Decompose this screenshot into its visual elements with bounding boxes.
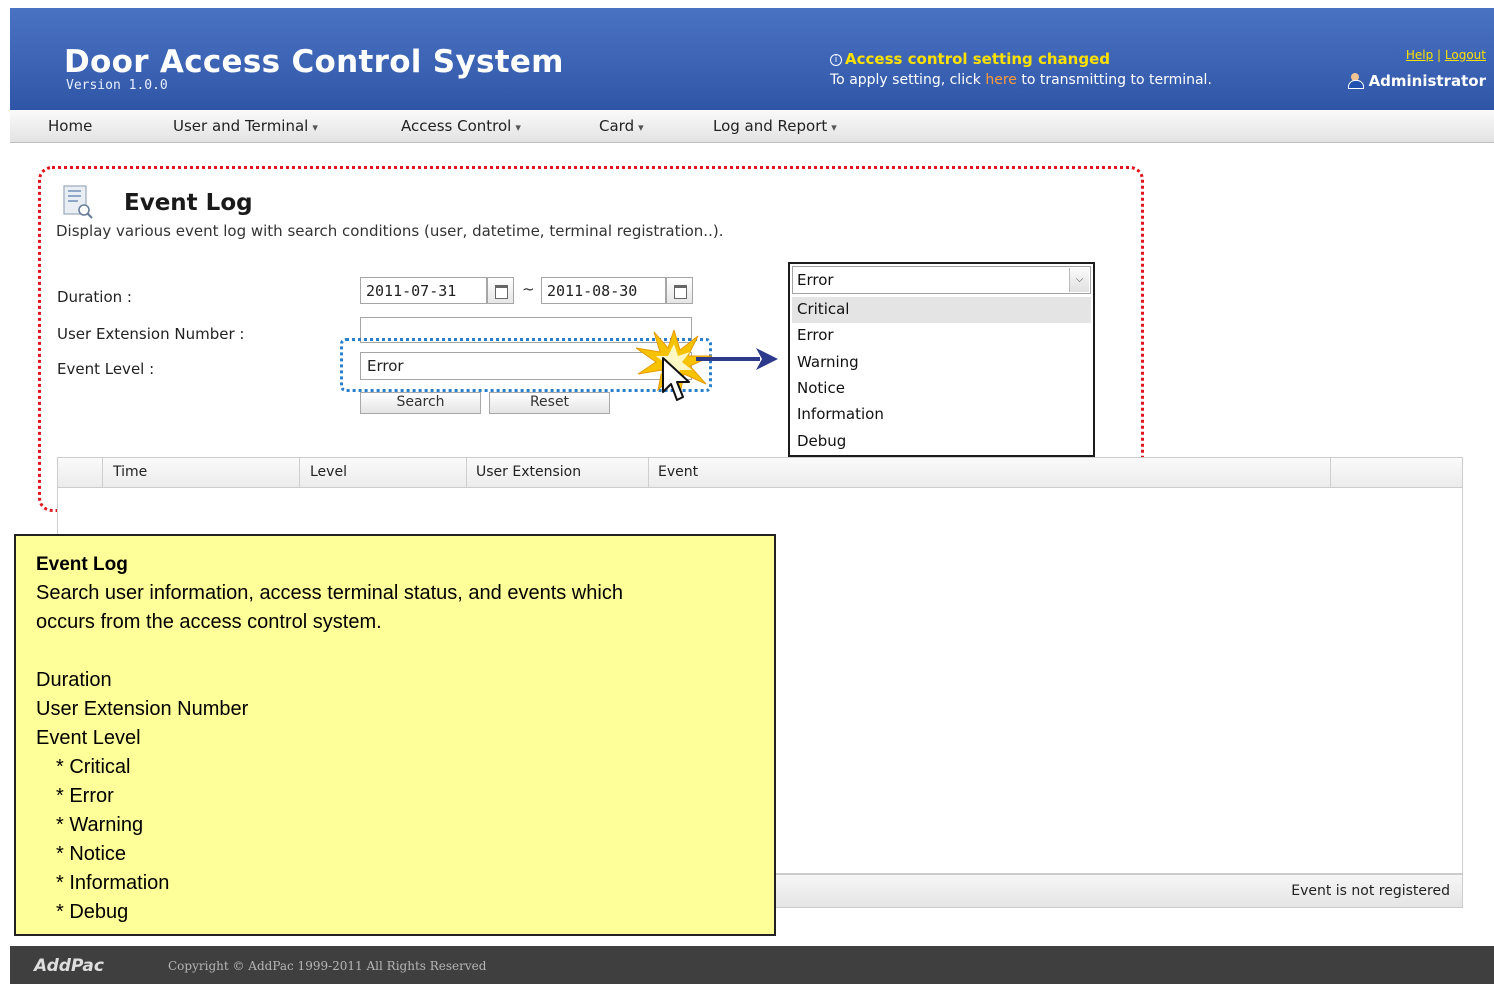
- callout-level: * Debug: [56, 901, 129, 923]
- callout-title: Event Log: [36, 554, 128, 575]
- callout-item: Event Level: [36, 727, 141, 749]
- current-user: Administrator: [1347, 72, 1486, 90]
- notice-suffix: to transmitting to terminal.: [1016, 72, 1212, 88]
- chevron-down-icon: ▾: [312, 121, 318, 134]
- nav-log-and-report[interactable]: Log and Report ▾: [713, 117, 837, 135]
- app-header: Door Access Control System Version 1.0.0…: [10, 8, 1494, 110]
- nav-label: Log and Report: [713, 117, 828, 135]
- document-search-icon: [63, 185, 93, 219]
- column-level[interactable]: Level: [310, 464, 347, 480]
- chevron-down-icon: ▾: [638, 121, 644, 134]
- table-status: Event is not registered: [1291, 883, 1450, 899]
- date-to-input[interactable]: 2011-08-30: [541, 277, 666, 304]
- chevron-down-icon[interactable]: ⌵: [1069, 268, 1089, 292]
- link-separator: |: [1433, 48, 1445, 62]
- extension-label: User Extension Number :: [57, 325, 245, 343]
- callout-text: Search user information, access terminal…: [36, 582, 623, 604]
- nav-label: Card: [599, 117, 635, 135]
- notice-instructions: To apply setting, click here to transmit…: [830, 72, 1212, 88]
- callout-text: occurs from the access control system.: [36, 611, 382, 633]
- help-links: Help | Logout: [1406, 48, 1486, 62]
- event-level-dropdown[interactable]: Error ⌵ Critical Error Warning Notice In…: [788, 262, 1095, 457]
- callout-level: * Warning: [56, 814, 144, 836]
- addpac-logo: AddPac: [34, 956, 104, 976]
- nav-label: User and Terminal: [173, 117, 309, 135]
- settings-notice: i Access control setting changed: [830, 50, 1110, 68]
- copyright-text: Copyright © AddPac 1999-2011 All Rights …: [168, 959, 487, 973]
- option-information[interactable]: Information: [792, 402, 1091, 428]
- column-user-extension[interactable]: User Extension: [476, 464, 581, 480]
- callout-item: Duration: [36, 669, 112, 691]
- app-version: Version 1.0.0: [66, 78, 168, 93]
- notice-title: Access control setting changed: [845, 50, 1110, 68]
- option-critical[interactable]: Critical: [792, 297, 1091, 323]
- help-link[interactable]: Help: [1406, 48, 1433, 62]
- nav-home[interactable]: Home: [48, 117, 92, 135]
- search-button[interactable]: Search: [360, 392, 481, 414]
- user-name: Administrator: [1368, 72, 1486, 90]
- column-divider: [299, 458, 300, 488]
- calendar-icon[interactable]: [487, 277, 514, 304]
- column-divider: [466, 458, 467, 488]
- main-navbar: Home User and Terminal ▾ Access Control ▾ …: [10, 110, 1494, 143]
- event-level-label: Event Level :: [57, 360, 155, 378]
- nav-label: Home: [48, 117, 93, 135]
- column-time[interactable]: Time: [113, 464, 147, 480]
- option-error[interactable]: Error: [792, 323, 1091, 349]
- column-divider: [1330, 458, 1331, 488]
- dropdown-current-value[interactable]: Error ⌵: [792, 266, 1091, 294]
- column-divider: [648, 458, 649, 488]
- nav-label: Access Control: [401, 117, 512, 135]
- app-title: Door Access Control System: [64, 44, 564, 80]
- callout-level: * Information: [56, 872, 170, 894]
- option-warning[interactable]: Warning: [792, 350, 1091, 376]
- logout-link[interactable]: Logout: [1445, 48, 1486, 62]
- callout-level: * Error: [56, 785, 114, 807]
- apply-here-link[interactable]: here: [985, 72, 1017, 88]
- column-divider: [102, 458, 103, 488]
- arrow-right-icon: [696, 348, 778, 370]
- page-title: Event Log: [124, 190, 253, 216]
- reset-button[interactable]: Reset: [489, 392, 610, 414]
- date-from-input[interactable]: 2011-07-31: [360, 277, 487, 304]
- calendar-icon[interactable]: [666, 277, 693, 304]
- page-footer: AddPac Copyright © AddPac 1999-2011 All …: [10, 946, 1494, 984]
- duration-label: Duration :: [57, 288, 132, 306]
- nav-user-and-terminal[interactable]: User and Terminal ▾: [173, 117, 318, 135]
- dropdown-selected-text: Error: [797, 271, 834, 289]
- callout-level: * Notice: [56, 843, 127, 865]
- callout-level: * Critical: [56, 756, 131, 778]
- option-notice[interactable]: Notice: [792, 376, 1091, 402]
- callout-spacer: [36, 637, 754, 666]
- column-event[interactable]: Event: [658, 464, 698, 480]
- notice-prefix: To apply setting, click: [830, 72, 986, 88]
- event-table-header: Time Level User Extension Event: [57, 457, 1463, 488]
- help-callout: Event Log Search user information, acces…: [14, 534, 776, 936]
- page-description: Display various event log with search co…: [56, 222, 724, 240]
- user-icon: [1347, 73, 1364, 89]
- chevron-down-icon: ▾: [831, 121, 837, 134]
- callout-item: User Extension Number: [36, 698, 249, 720]
- nav-access-control[interactable]: Access Control ▾: [401, 117, 521, 135]
- date-range-separator: ~: [522, 280, 535, 298]
- mouse-cursor-icon: [662, 357, 690, 401]
- nav-card[interactable]: Card ▾: [599, 117, 644, 135]
- option-debug[interactable]: Debug: [792, 429, 1091, 455]
- chevron-down-icon: ▾: [515, 121, 521, 134]
- info-icon: i: [830, 54, 842, 66]
